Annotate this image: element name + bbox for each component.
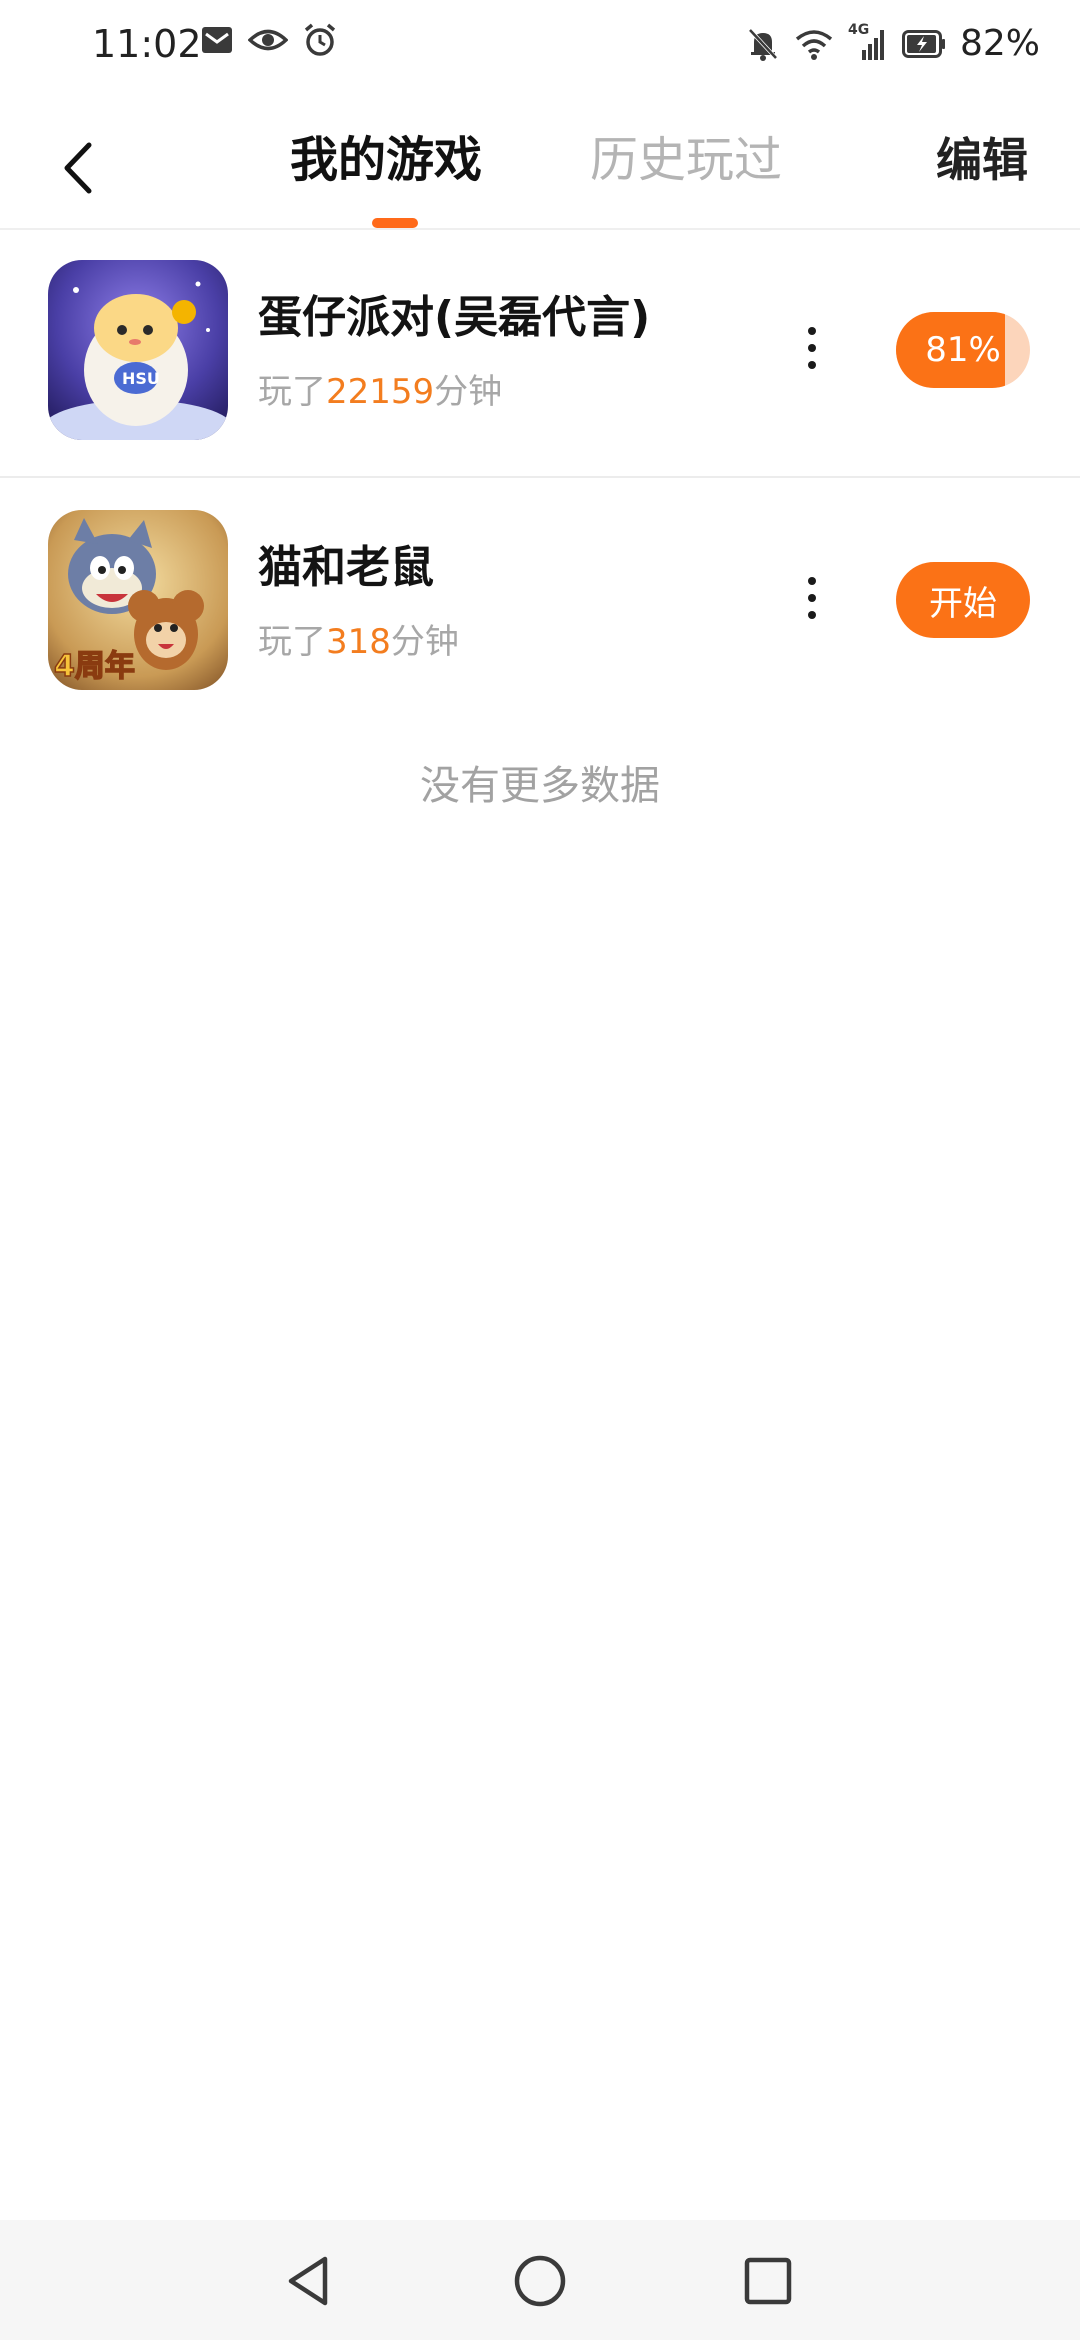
playtime-minutes: 318 [326, 622, 391, 662]
more-dot-icon [808, 611, 816, 619]
more-dot-icon [808, 344, 816, 352]
back-button[interactable] [48, 128, 108, 208]
more-dot-icon [808, 361, 816, 369]
playtime-suffix: 分钟 [390, 622, 459, 662]
more-options-button[interactable] [790, 308, 834, 388]
start-button[interactable]: 开始 [896, 562, 1030, 638]
battery-icon [901, 30, 945, 58]
playtime-suffix: 分钟 [434, 372, 503, 412]
game-title: 蛋仔派对(吴磊代言) [258, 292, 651, 343]
nav-home-button[interactable] [505, 2246, 575, 2316]
home-circle-icon [514, 2255, 566, 2307]
status-icons-right: 4G 82% [746, 18, 1040, 70]
game-list-item[interactable]: 4周年 猫和老鼠 玩了318分钟 开始 [0, 478, 1080, 726]
chevron-left-icon [64, 142, 92, 194]
progress-label: 81% [925, 330, 1001, 370]
more-dot-icon [808, 327, 816, 335]
active-tab-indicator [372, 218, 418, 228]
battery-percent: 82% [959, 23, 1040, 64]
signal-icon: 4G [848, 22, 888, 62]
game-icon-eggy-party[interactable]: HSU [48, 260, 228, 440]
eye-icon [248, 29, 288, 51]
more-options-button[interactable] [790, 558, 834, 638]
status-bar: 11:02 4G 82% [0, 0, 1080, 90]
nav-back-button[interactable] [273, 2246, 343, 2316]
nav-recents-button[interactable] [733, 2246, 803, 2316]
download-progress-button[interactable]: 81% [896, 312, 1030, 388]
game-playtime: 玩了318分钟 [258, 618, 459, 666]
mute-bell-icon [748, 28, 778, 61]
more-dot-icon [808, 594, 816, 602]
wifi-icon [795, 30, 833, 60]
playtime-prefix: 玩了 [258, 622, 326, 662]
recents-square-icon [744, 2257, 792, 2305]
tab-history-played[interactable]: 历史玩过 [590, 124, 782, 196]
start-button-label: 开始 [929, 583, 997, 624]
system-nav-bar [0, 2220, 1080, 2340]
edit-button[interactable]: 编辑 [936, 124, 1028, 196]
status-time: 11:02 [92, 22, 202, 66]
svg-text:4周年: 4周年 [54, 649, 135, 684]
game-playtime: 玩了22159分钟 [258, 368, 502, 416]
status-icons-left [200, 22, 338, 58]
mail-icon [202, 27, 232, 53]
playtime-minutes: 22159 [326, 372, 435, 412]
header: 我的游戏 历史玩过 编辑 [0, 110, 1080, 230]
alarm-icon [304, 23, 336, 56]
svg-text:HSU: HSU [122, 369, 160, 388]
playtime-prefix: 玩了 [258, 372, 326, 412]
more-dot-icon [808, 577, 816, 585]
back-triangle-icon [288, 2256, 328, 2306]
game-icon-tom-and-jerry[interactable]: 4周年 [48, 510, 228, 690]
tab-my-games[interactable]: 我的游戏 [290, 124, 482, 196]
game-title: 猫和老鼠 [258, 542, 434, 593]
game-list-item[interactable]: HSU 蛋仔派对(吴磊代言) 玩了22159分钟 81% [0, 228, 1080, 478]
no-more-data-text: 没有更多数据 [420, 763, 660, 809]
